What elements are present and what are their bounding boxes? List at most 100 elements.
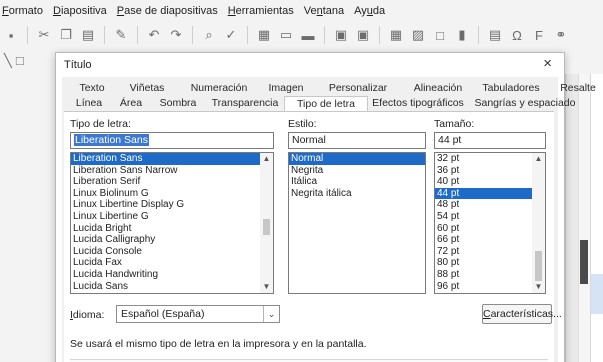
list-item[interactable]: Negrita itálica xyxy=(289,188,425,200)
sidebar-scrollbar[interactable] xyxy=(578,74,590,362)
scroll-down-icon[interactable]: ▼ xyxy=(532,281,545,293)
tab-2[interactable]: Viñetas xyxy=(118,81,176,96)
sidebar-collapse-handle[interactable] xyxy=(580,240,588,284)
start-presentation-icon[interactable]: ▣ xyxy=(332,26,350,44)
menu-item[interactable]: Pase de diapositivas xyxy=(117,5,218,17)
list-item[interactable]: Itálica xyxy=(289,176,425,188)
master-slide-icon[interactable]: ▬ xyxy=(299,26,317,44)
font-style-input[interactable]: Normal xyxy=(288,132,426,149)
tab-4[interactable]: Transparencia xyxy=(206,96,284,111)
special-character-icon[interactable]: Ω xyxy=(508,26,526,44)
font-style-label: Estilo: xyxy=(288,118,317,130)
list-item[interactable]: 44 pt xyxy=(435,187,545,200)
tab-3[interactable]: Numeración xyxy=(176,81,262,96)
list-item[interactable]: 54 pt xyxy=(435,211,545,223)
scroll-thumb[interactable] xyxy=(263,219,270,235)
list-item[interactable]: Lucida Handwriting xyxy=(71,269,273,281)
close-icon[interactable]: × xyxy=(543,55,552,72)
size-list-scrollbar[interactable]: ▲ ▼ xyxy=(532,153,545,293)
tab-8[interactable]: Resalte xyxy=(552,81,603,96)
tab-4[interactable]: Imagen xyxy=(262,81,310,96)
tab-1[interactable]: Línea xyxy=(66,96,112,111)
language-value: Español (España) xyxy=(121,308,205,320)
menu-item[interactable]: Ventana xyxy=(304,5,344,17)
toolbar-separator xyxy=(247,26,248,44)
text-box-icon[interactable]: ▤ xyxy=(486,26,504,44)
list-item[interactable]: 60 pt xyxy=(435,223,545,235)
list-item[interactable]: Linux Biolinum G xyxy=(71,188,273,200)
tab-7[interactable]: Sangrías y espaciado xyxy=(468,96,582,111)
list-item[interactable]: Lucida Sans xyxy=(71,281,273,293)
chart-icon[interactable]: ▮ xyxy=(453,26,471,44)
hyperlink-icon[interactable]: ⚭ xyxy=(552,26,570,44)
list-item[interactable]: 72 pt xyxy=(435,246,545,258)
tab-6[interactable]: Efectos tipográficos xyxy=(368,96,468,111)
font-list-scrollbar[interactable]: ▲ ▼ xyxy=(260,153,273,293)
font-size-input[interactable]: 44 pt xyxy=(434,132,546,149)
list-item[interactable]: Liberation Serif xyxy=(71,176,273,188)
tab-6[interactable]: Alineación xyxy=(406,81,470,96)
list-item[interactable]: 96 pt xyxy=(435,281,545,293)
list-item[interactable]: 80 pt xyxy=(435,257,545,269)
list-item[interactable]: 88 pt xyxy=(435,269,545,281)
find-replace-icon[interactable]: ⌕ xyxy=(200,26,218,44)
tab-7[interactable]: Tabuladores xyxy=(470,81,552,96)
list-item[interactable]: Liberation Sans Narrow xyxy=(71,165,273,177)
list-item[interactable]: Lucida Console xyxy=(71,246,273,258)
tab-2[interactable]: Área xyxy=(112,96,150,111)
font-size-list[interactable]: 32 pt 36 pt 40 pt 44 pt 48 pt 54 pt 60 pt 66 pt… xyxy=(434,152,546,294)
font-family-input[interactable]: Liberation Sans xyxy=(70,132,274,149)
font-style-list[interactable]: Normal Negrita Itálica Negrita itálica xyxy=(288,152,426,294)
list-item[interactable]: Linux Libertine Display G xyxy=(71,199,273,211)
rectangle-icon[interactable]: □ xyxy=(16,53,24,69)
tab-5[interactable]: Personalizar xyxy=(310,81,406,96)
table-icon[interactable]: ▦ xyxy=(387,26,405,44)
paste-icon[interactable]: ▤ xyxy=(79,26,97,44)
save-icon[interactable]: ▪ xyxy=(2,26,20,44)
list-item[interactable]: Negrita xyxy=(289,165,425,177)
list-item[interactable]: Liberation Sans xyxy=(71,153,273,165)
list-item[interactable]: Normal xyxy=(289,153,425,165)
scroll-up-icon[interactable]: ▲ xyxy=(532,153,545,165)
list-item[interactable]: Lucida Bright xyxy=(71,223,273,235)
features-button[interactable]: Características... xyxy=(482,304,562,324)
grid-icon[interactable]: ▦ xyxy=(255,26,273,44)
cut-icon[interactable]: ✂ xyxy=(35,26,53,44)
clear-format-icon[interactable]: ✎ xyxy=(112,26,130,44)
undo-icon[interactable]: ↶ xyxy=(145,26,163,44)
line-icon[interactable]: ╲ xyxy=(4,53,12,69)
chevron-down-icon[interactable]: ⌄ xyxy=(263,306,279,322)
list-item[interactable]: 66 pt xyxy=(435,234,545,246)
menu-item-post: iapositiva xyxy=(60,5,107,17)
list-item[interactable]: 36 pt xyxy=(435,165,545,177)
font-family-list[interactable]: Liberation Sans Liberation Sans Narrow Lib… xyxy=(70,152,274,294)
menu-item[interactable]: Ayuda xyxy=(354,5,385,17)
menu-item[interactable]: Diapositiva xyxy=(53,5,107,17)
copy-icon[interactable]: ❐ xyxy=(57,26,75,44)
image-icon[interactable]: ▨ xyxy=(409,26,427,44)
toolbar-separator xyxy=(324,26,325,44)
scroll-up-icon[interactable]: ▲ xyxy=(260,153,273,165)
language-select[interactable]: Español (España) ⌄ xyxy=(116,305,280,323)
font-style-items: Normal Negrita Itálica Negrita itálica xyxy=(289,153,425,199)
redo-icon[interactable]: ↷ xyxy=(167,26,185,44)
spelling-icon[interactable]: ✓ xyxy=(222,26,240,44)
list-item[interactable]: 40 pt xyxy=(435,176,545,188)
tab-5[interactable]: Tipo de letra xyxy=(284,96,368,111)
list-item[interactable]: 48 pt xyxy=(435,199,545,211)
tab-1[interactable]: Texto xyxy=(66,81,118,96)
menu-item-pre: Ay xyxy=(354,5,367,17)
list-item[interactable]: Lucida Fax xyxy=(71,257,273,269)
list-item[interactable]: Lucida Calligraphy xyxy=(71,234,273,246)
fontwork-icon[interactable]: F xyxy=(530,26,548,44)
tab-3[interactable]: Sombra xyxy=(150,96,206,111)
scroll-thumb[interactable] xyxy=(535,251,542,281)
menu-item[interactable]: Herramientas xyxy=(228,5,294,17)
start-current-slide-icon[interactable]: ▣ xyxy=(354,26,372,44)
media-icon[interactable]: □ xyxy=(431,26,449,44)
menu-item[interactable]: Formato xyxy=(2,5,43,17)
list-item[interactable]: Linux Libertine G xyxy=(71,211,273,223)
list-item[interactable]: 32 pt xyxy=(435,153,545,165)
display-views-icon[interactable]: ▭ xyxy=(277,26,295,44)
scroll-down-icon[interactable]: ▼ xyxy=(260,281,273,293)
